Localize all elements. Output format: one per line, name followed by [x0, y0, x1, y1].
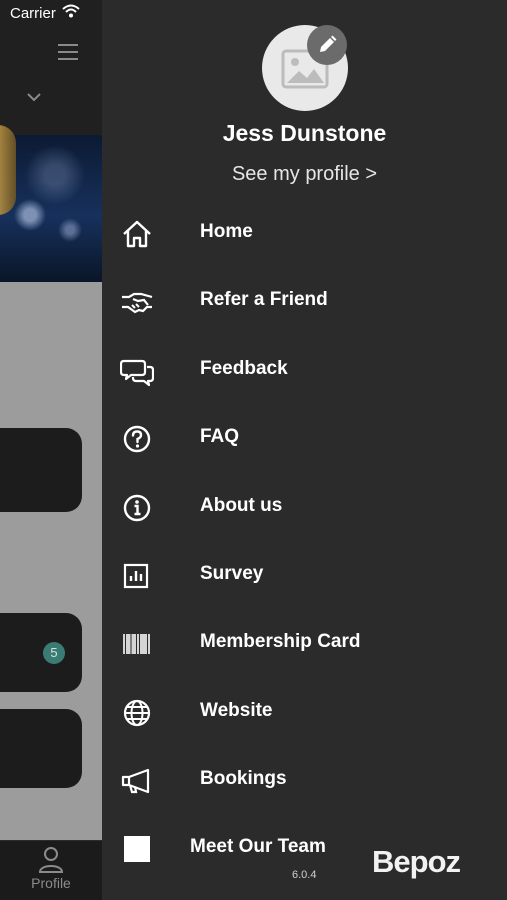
home-icon: [123, 220, 151, 248]
pencil-icon: [320, 35, 337, 52]
background-app: 5 Profile: [0, 0, 102, 900]
profile-icon[interactable]: [38, 846, 64, 874]
bar-chart-icon: [123, 563, 149, 589]
menu-item-label: Refer a Friend: [200, 289, 328, 310]
hamburger-menu-icon[interactable]: [58, 44, 78, 60]
menu-item-home[interactable]: Home: [102, 208, 507, 260]
menu-item-about-us[interactable]: About us: [102, 482, 507, 534]
menu-item-membership-card[interactable]: Membership Card: [102, 618, 507, 670]
white-square-icon: [124, 836, 150, 862]
edit-avatar-button[interactable]: [307, 25, 347, 65]
menu-item-feedback[interactable]: Feedback: [102, 345, 507, 397]
menu-item-label: Website: [200, 700, 273, 721]
info-circle-icon: [123, 494, 151, 522]
handshake-icon: [122, 292, 153, 314]
menu-item-refer-a-friend[interactable]: Refer a Friend: [102, 276, 507, 328]
see-profile-link[interactable]: See my profile >: [102, 163, 507, 186]
content-card[interactable]: [0, 613, 82, 692]
content-card[interactable]: [0, 709, 82, 788]
menu-item-label: Bookings: [200, 768, 287, 789]
user-name: Jess Dunstone: [222, 120, 387, 146]
brand-logo: Bepoz: [372, 844, 461, 879]
notification-badge: 5: [43, 642, 65, 664]
globe-icon: [123, 699, 151, 727]
menu-item-label: Feedback: [200, 358, 288, 379]
menu-item-label: FAQ: [200, 426, 240, 447]
tab-profile-label[interactable]: Profile: [0, 875, 102, 891]
menu-item-label: Home: [200, 221, 253, 242]
chat-bubbles-icon: [120, 359, 154, 387]
menu-item-label: Meet Our Team: [190, 836, 326, 857]
side-drawer: Jess Dunstone See my profile > Home Refe…: [102, 0, 507, 900]
menu-item-label: About us: [200, 495, 283, 516]
menu-item-survey[interactable]: Survey: [102, 550, 507, 602]
menu-item-label: Membership Card: [200, 631, 361, 652]
barcode-icon: [123, 634, 150, 654]
app-version: 6.0.4: [292, 869, 317, 881]
menu-item-bookings[interactable]: Bookings: [102, 755, 507, 807]
question-circle-icon: [123, 425, 151, 453]
chevron-down-icon[interactable]: [27, 92, 41, 102]
menu-item-label: Survey: [200, 563, 264, 584]
menu-item-website[interactable]: Website: [102, 687, 507, 739]
content-card[interactable]: [0, 428, 82, 512]
megaphone-icon: [121, 768, 150, 794]
menu-item-faq[interactable]: FAQ: [102, 413, 507, 465]
microphone-image: [0, 125, 16, 215]
